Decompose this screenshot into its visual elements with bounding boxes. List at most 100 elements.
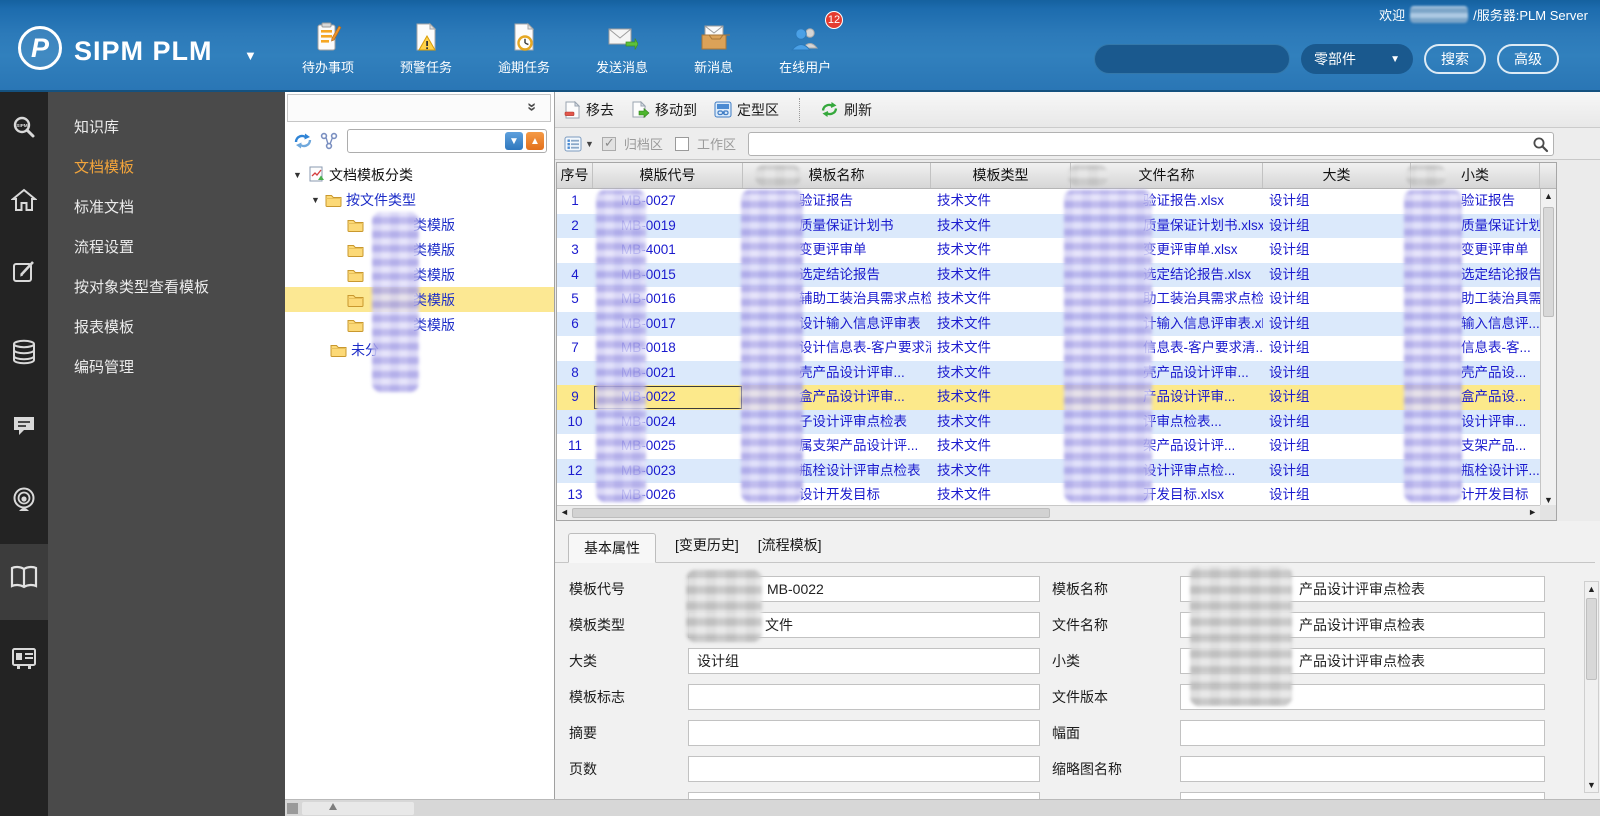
col-header-code[interactable]: 模版代号 xyxy=(593,163,743,188)
refresh-icon xyxy=(821,102,838,117)
edit-icon[interactable] xyxy=(0,250,48,294)
table-row[interactable]: 10 MB-0024 子设计评审点检表 技术文件 评审点检表... 设计组 设计… xyxy=(557,409,1540,434)
id-card-icon[interactable] xyxy=(0,636,48,680)
tree-root-node[interactable]: ▼ 文档模板分类 xyxy=(285,162,554,187)
sidebar-menu-item[interactable]: 知识库 xyxy=(48,108,285,148)
scroll-left-arrow[interactable]: ◄ xyxy=(560,507,569,517)
home-icon[interactable] xyxy=(0,178,48,222)
brand-dropdown-caret-icon[interactable]: ▼ xyxy=(244,48,257,63)
tree-refresh-icon[interactable] xyxy=(293,132,313,150)
tree-folder-node[interactable]: 类模版 xyxy=(285,237,554,262)
table-row[interactable]: 2 MB-0019 质量保证计划书 技术文件 质量保证计划书.xlsx 设计组 … xyxy=(557,213,1540,238)
table-row[interactable]: 7 MB-0018 设计信息表-客户要求清... 技术文件 信息表-客户要求清.… xyxy=(557,336,1540,361)
todo-clipboard-icon xyxy=(313,18,343,54)
scrollbar-thumb[interactable] xyxy=(572,508,1050,518)
sipm-search-icon[interactable]: SIPM xyxy=(0,106,48,150)
table-row[interactable]: 6 MB-0017 设计输入信息评审表 技术文件 计输入信息评审表.xlsx 设… xyxy=(557,311,1540,336)
tab-basic-properties[interactable]: 基本属性 xyxy=(568,533,656,563)
tree-folder-node[interactable]: 类模版 xyxy=(285,312,554,337)
send-message-button[interactable]: 发送消息 xyxy=(596,18,648,76)
new-message-button[interactable]: 新消息 xyxy=(694,18,733,76)
tree-folder-node[interactable]: 类模版 xyxy=(285,262,554,287)
book-icon[interactable] xyxy=(0,556,48,600)
field-label-format: 幅面 xyxy=(1052,725,1080,741)
sidebar-menu-item[interactable]: 流程设置 xyxy=(48,228,285,268)
format-input[interactable] xyxy=(1180,720,1545,746)
broadcast-icon[interactable] xyxy=(0,478,48,522)
table-row[interactable]: 4 MB-0015 选定结论报告 技术文件 选定结论报告.xlsx 设计组 选定… xyxy=(557,262,1540,287)
database-icon[interactable] xyxy=(0,330,48,374)
scroll-up-arrow[interactable]: ▲ xyxy=(1585,584,1598,594)
tree-hierarchy-icon[interactable] xyxy=(320,132,340,150)
scroll-down-arrow[interactable]: ▼ xyxy=(1585,780,1598,790)
main-area: 移去 移动到 定型区 刷新 ▼ 归档区 工作区 xyxy=(555,92,1600,816)
search-button[interactable]: 搜索 xyxy=(1424,44,1486,74)
archive-area-label: 归档区 xyxy=(623,137,663,152)
view-mode-button[interactable]: ▼ xyxy=(564,136,594,152)
thumbnail-input[interactable] xyxy=(1180,756,1545,782)
tab-process-template[interactable]: [流程模板] xyxy=(758,530,822,562)
sidebar-menu-item[interactable]: 文档模板 xyxy=(48,148,285,188)
major-category-input[interactable] xyxy=(688,648,1040,674)
sidebar-menu-item[interactable]: 编码管理 xyxy=(48,348,285,388)
tree-group-node[interactable]: ▼ 按文件类型 xyxy=(285,187,554,212)
scroll-right-arrow[interactable]: ► xyxy=(1528,507,1537,517)
scrollbar-thumb[interactable] xyxy=(1543,207,1554,317)
table-filter-input[interactable] xyxy=(754,133,1495,154)
field-label-template-flag: 模板标志 xyxy=(569,689,625,705)
summary-input[interactable] xyxy=(688,720,1040,746)
resize-corner[interactable] xyxy=(287,803,298,814)
todo-button[interactable]: 待办事项 xyxy=(302,18,354,76)
censored-username xyxy=(1410,6,1469,23)
pages-input[interactable] xyxy=(688,756,1040,782)
overdue-tasks-button[interactable]: 逾期任务 xyxy=(498,18,550,76)
tree-unclassified-node[interactable]: 未分 xyxy=(285,337,554,362)
alert-tasks-button[interactable]: 预警任务 xyxy=(400,18,452,76)
collapse-double-chevron-icon[interactable]: » xyxy=(523,103,541,112)
refresh-button[interactable]: 刷新 xyxy=(820,100,872,120)
tree-folder-node[interactable]: 类模版 xyxy=(285,287,554,312)
scrollbar-thumb[interactable] xyxy=(1586,598,1597,680)
table-row[interactable]: 5 MB-0016 辅助工装治具需求点检表 技术文件 助工装治具需求点检... … xyxy=(557,287,1540,312)
scroll-down-arrow[interactable]: ▼ xyxy=(1541,495,1556,505)
advanced-search-button[interactable]: 高级 xyxy=(1497,44,1559,74)
sidebar-menu-item[interactable]: 标准文档 xyxy=(48,188,285,228)
cell-seq: 8 xyxy=(571,364,579,380)
table-row[interactable]: 9 MB-0022 盒产品设计评审... 技术文件 产品设计评审... 设计组 … xyxy=(557,385,1540,410)
search-prev-button[interactable]: ▲ xyxy=(526,132,544,150)
table-row[interactable]: 3 MB-4001 变更评审单 技术文件 变更评审单.xlsx 设计组 变更评审… xyxy=(557,238,1540,263)
chat-icon[interactable] xyxy=(0,404,48,448)
search-icon[interactable] xyxy=(1532,136,1549,153)
global-search-input[interactable] xyxy=(1094,44,1290,74)
search-category-dropdown[interactable]: 零部件 ▼ xyxy=(1301,44,1413,74)
table-row[interactable]: 1 MB-0027 验证报告 技术文件 验证报告.xlsx 设计组 验证报告 xyxy=(557,189,1540,214)
tab-change-history[interactable]: [变更历史] xyxy=(675,530,739,562)
table-row[interactable]: 11 MB-0025 属支架产品设计评... 技术文件 架产品设计评... 设计… xyxy=(557,434,1540,459)
table-row[interactable]: 8 MB-0021 壳产品设计评审... 技术文件 壳产品设计评审... 设计组… xyxy=(557,360,1540,385)
remove-button[interactable]: 移去 xyxy=(564,100,614,120)
cell-seq: 4 xyxy=(571,266,579,282)
template-flag-input[interactable] xyxy=(688,684,1040,710)
table-row[interactable]: 13 MB-0026 设计开发目标 技术文件 开发目标.xlsx 设计组 计开发… xyxy=(557,483,1540,507)
sidebar-menu-item[interactable]: 报表模板 xyxy=(48,308,285,348)
fixed-area-button[interactable]: 定型区 xyxy=(714,100,779,120)
folder-icon xyxy=(347,219,364,232)
col-header-seq[interactable]: 序号 xyxy=(557,163,593,188)
search-next-button[interactable]: ▼ xyxy=(505,132,523,150)
tree-search-input[interactable] xyxy=(352,131,460,151)
sidebar-menu-item[interactable]: 按对象类型查看模板 xyxy=(48,268,285,308)
cell-seq: 6 xyxy=(571,315,579,331)
online-users-button[interactable]: 12 在线用户 xyxy=(779,11,844,76)
workspace-checkbox[interactable] xyxy=(674,136,689,151)
caret-down-icon[interactable]: ▼ xyxy=(293,170,304,180)
tree-folder-node[interactable]: 类模版 xyxy=(285,212,554,237)
move-to-button[interactable]: 移动到 xyxy=(631,100,697,120)
col-header-major[interactable]: 大类 xyxy=(1263,163,1411,188)
table-filter-wrap xyxy=(747,131,1554,156)
caret-down-icon[interactable]: ▼ xyxy=(311,195,322,205)
scroll-up-arrow[interactable]: ▲ xyxy=(1541,191,1556,201)
workspace-label: 工作区 xyxy=(696,137,736,152)
archive-area-checkbox[interactable] xyxy=(601,135,616,151)
table-row[interactable]: 12 MB-0023 瓶栓设计评审点检表 技术文件 设计评审点检... 设计组 … xyxy=(557,458,1540,483)
col-header-type[interactable]: 模板类型 xyxy=(931,163,1071,188)
